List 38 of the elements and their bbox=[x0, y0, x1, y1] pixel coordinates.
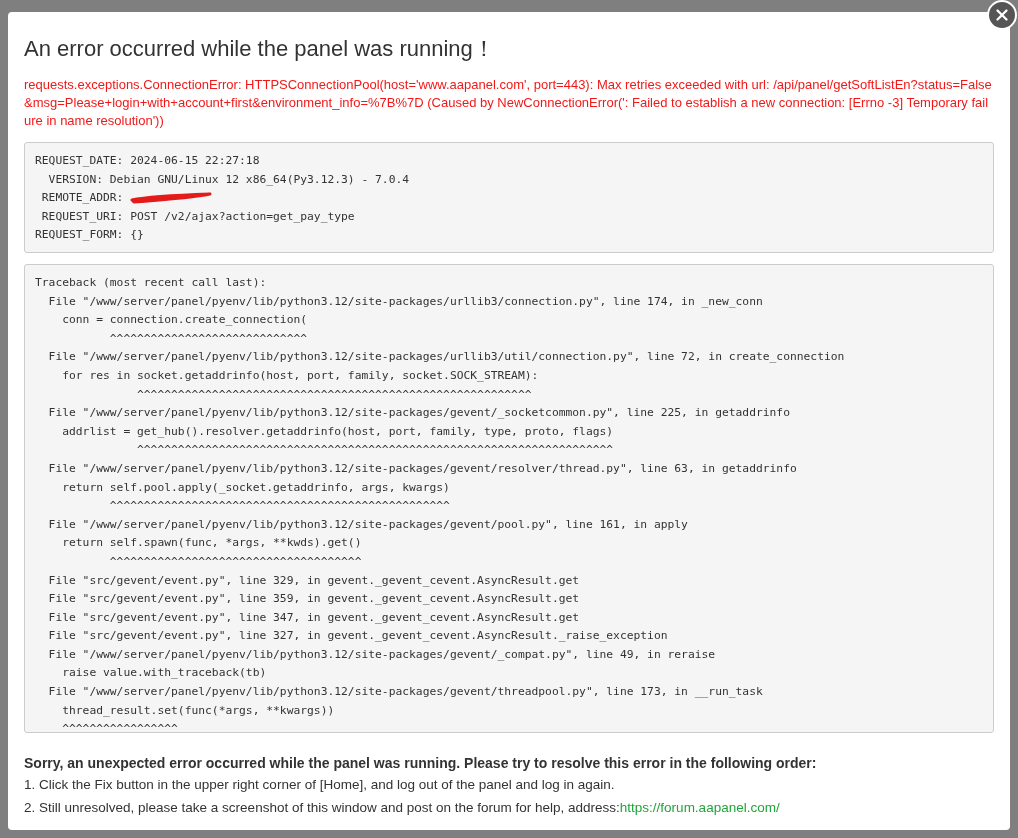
traceback-line: File "/www/server/panel/pyenv/lib/python3.12/site-packages/urllib3/connection.py", line 174, in _new_conn bbox=[47, 293, 763, 310]
traceback-line: return self.pool.apply(_socket.getaddrinfo, args, kwargs) bbox=[61, 479, 450, 496]
traceback-line: File "/www/server/panel/pyenv/lib/python3.12/site-packages/gevent/_socketcommon.py", line 225, in getaddrinfo bbox=[47, 405, 790, 422]
traceback-line: raise value.with_traceback(tb) bbox=[61, 665, 267, 682]
traceback-line: File "src/gevent/event.py", line 347, in gevent._gevent_cevent.AsyncResult.get bbox=[47, 609, 580, 626]
request-info-line: REMOTE_ADDR: bbox=[40, 190, 125, 207]
traceback-line: for res in socket.getaddrinfo(host, port, family, socket.SOCK_STREAM): bbox=[61, 367, 539, 384]
request-info-line: VERSION: Debian GNU/Linux 12 x86_64(Py3.12.3) - 7.0.4 bbox=[47, 171, 410, 188]
traceback-line: File "/www/server/panel/pyenv/lib/python3.12/site-packages/gevent/resolver/thread.py", line 63, in getaddrinfo bbox=[47, 460, 797, 477]
traceback-line: addrlist = get_hub().resolver.getaddrinfo(host, port, family, type, proto, flags) bbox=[61, 423, 614, 440]
traceback-line: File "src/gevent/event.py", line 359, in gevent._gevent_cevent.AsyncResult.get bbox=[47, 591, 580, 608]
request-info-line: REQUEST_DATE: 2024-06-15 22:27:18 bbox=[35, 153, 260, 169]
traceback-line: File "/www/server/panel/pyenv/lib/python3.12/site-packages/gevent/threadpool.py", line 173, in __run_task bbox=[47, 684, 763, 701]
close-icon bbox=[993, 6, 1011, 24]
forum-link[interactable]: https://forum.aapanel.com/ bbox=[619, 800, 780, 815]
dialog-title: An error occurred while the panel was running！ bbox=[24, 35, 496, 63]
help-step: 1. Click the Fix button in the upper right corner of [Home], and log out of the panel and log in again. bbox=[24, 773, 994, 796]
traceback-line: ^^^^^^^^^^^^^^^^^^^^^^^^^^^^^^^^^^^^^^^^^^^^^^^^^^^^^^^^^^^^^^^^^^^^^^ bbox=[136, 442, 614, 459]
traceback-line: File "/www/server/panel/pyenv/lib/python3.12/site-packages/urllib3/util/connection.py", line 72, in create_connection bbox=[47, 349, 845, 366]
traceback-line: File "/www/server/panel/pyenv/lib/python3.12/site-packages/gevent/pool.py", line 161, in apply bbox=[47, 516, 688, 533]
traceback-line: return self.spawn(func, *args, **kwds).get() bbox=[61, 535, 362, 552]
traceback-line: File "src/gevent/event.py", line 329, in gevent._gevent_cevent.AsyncResult.get bbox=[47, 572, 580, 589]
request-info-line: REQUEST_URI: POST /v2/ajax?action=get_pay_type bbox=[40, 208, 355, 225]
request-info-line: REQUEST_FORM: {} bbox=[35, 227, 144, 244]
traceback-line: ^^^^^^^^^^^^^^^^^ bbox=[61, 721, 178, 732]
traceback-line: Traceback (most recent call last): bbox=[35, 275, 267, 291]
traceback-line: conn = connection.create_connection( bbox=[61, 312, 308, 329]
error-message: requests.exceptions.ConnectionError: HTTPSConnectionPool(host='www.aapanel.com', port=443): Max retries exceeded with url: /api/panel/getSoftListEn?status=False&msg=Please+login+with+account+first&environment_info=%7B%7D (Caused by NewConnectionError(': Failed to establish a new connection: [Errno -3] Temporary failure in name resolution')) bbox=[24, 76, 993, 130]
traceback-line: File "src/gevent/event.py", line 327, in gevent._gevent_cevent.AsyncResult._raise_exception bbox=[47, 628, 668, 645]
help-step: 2. Still unresolved, please take a screenshot of this window and post on the forum for help, address:https://forum.aapanel.com/ bbox=[24, 796, 994, 819]
traceback-line: File "/www/server/panel/pyenv/lib/python3.12/site-packages/gevent/_compat.py", line 49, in reraise bbox=[47, 646, 716, 663]
close-button[interactable] bbox=[987, 0, 1017, 30]
traceback-line: thread_result.set(func(*args, **kwargs)) bbox=[61, 702, 335, 719]
help-heading: Sorry, an unexpected error occurred while the panel was running. Please try to resolve this error in the following order: bbox=[24, 754, 818, 773]
traceback-line: ^^^^^^^^^^^^^^^^^^^^^^^^^^^^^ bbox=[108, 330, 308, 347]
traceback-line: ^^^^^^^^^^^^^^^^^^^^^^^^^^^^^^^^^^^^^^^^^^^^^^^^^^^^^^^^^^ bbox=[136, 386, 532, 403]
traceback-line: ^^^^^^^^^^^^^^^^^^^^^^^^^^^^^^^^^^^^^^^^^^^^^^^^^^ bbox=[108, 498, 450, 515]
traceback-line: ^^^^^^^^^^^^^^^^^^^^^^^^^^^^^^^^^^^^^ bbox=[108, 553, 362, 570]
